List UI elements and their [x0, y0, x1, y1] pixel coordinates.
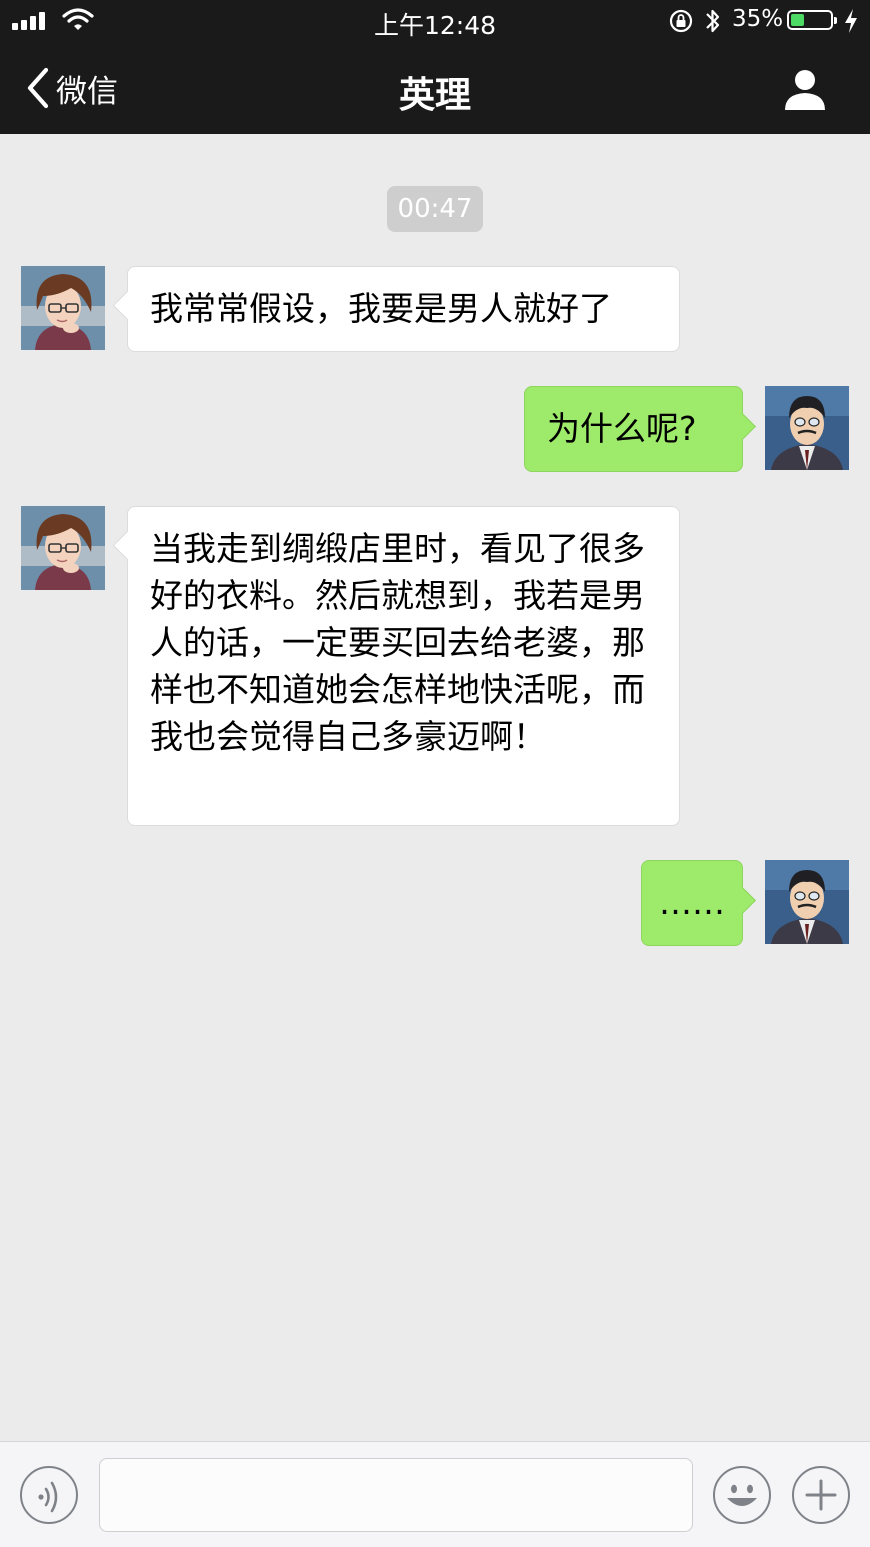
input-bar — [0, 1441, 870, 1547]
more-button[interactable] — [792, 1466, 850, 1524]
message-bubble-incoming[interactable]: 我常常假设，我要是男人就好了 — [127, 266, 680, 352]
message-text: 当我走到绸缎店里时，看见了很多好的衣料。然后就想到，我若是男人的话，一定要买回去… — [150, 529, 645, 756]
contact-avatar[interactable] — [21, 506, 105, 590]
message-input[interactable] — [99, 1458, 693, 1532]
message-text: 我常常假设，我要是男人就好了 — [150, 289, 612, 328]
message-bubble-incoming[interactable]: 当我走到绸缎店里时，看见了很多好的衣料。然后就想到，我若是男人的话，一定要买回去… — [127, 506, 680, 826]
plus-icon — [805, 1479, 837, 1511]
battery-percent: 35% — [732, 6, 784, 32]
message-bubble-outgoing[interactable]: 为什么呢? — [524, 386, 743, 472]
voice-icon — [38, 1481, 58, 1513]
charging-bolt-icon — [845, 9, 857, 33]
emoji-icon — [727, 1484, 757, 1506]
rotation-lock-icon — [669, 9, 693, 33]
message-bubble-outgoing[interactable]: …… — [641, 860, 743, 946]
battery-level — [791, 14, 804, 26]
emoji-button[interactable] — [713, 1466, 771, 1524]
self-avatar[interactable] — [765, 860, 849, 944]
message-text: …… — [659, 883, 725, 922]
timestamp-chip: 00:47 — [387, 186, 483, 232]
chat-title: 英理 — [398, 75, 471, 116]
status-bar: 上午12:48 35% — [0, 0, 870, 42]
voice-button[interactable] — [20, 1466, 78, 1524]
message-text: 为什么呢? — [547, 409, 697, 448]
battery-icon — [787, 10, 837, 30]
nav-bar: 微信 英理 — [0, 42, 870, 134]
contact-avatar[interactable] — [21, 266, 105, 350]
person-icon[interactable] — [782, 66, 828, 112]
bluetooth-icon — [706, 9, 720, 33]
self-avatar[interactable] — [765, 386, 849, 470]
